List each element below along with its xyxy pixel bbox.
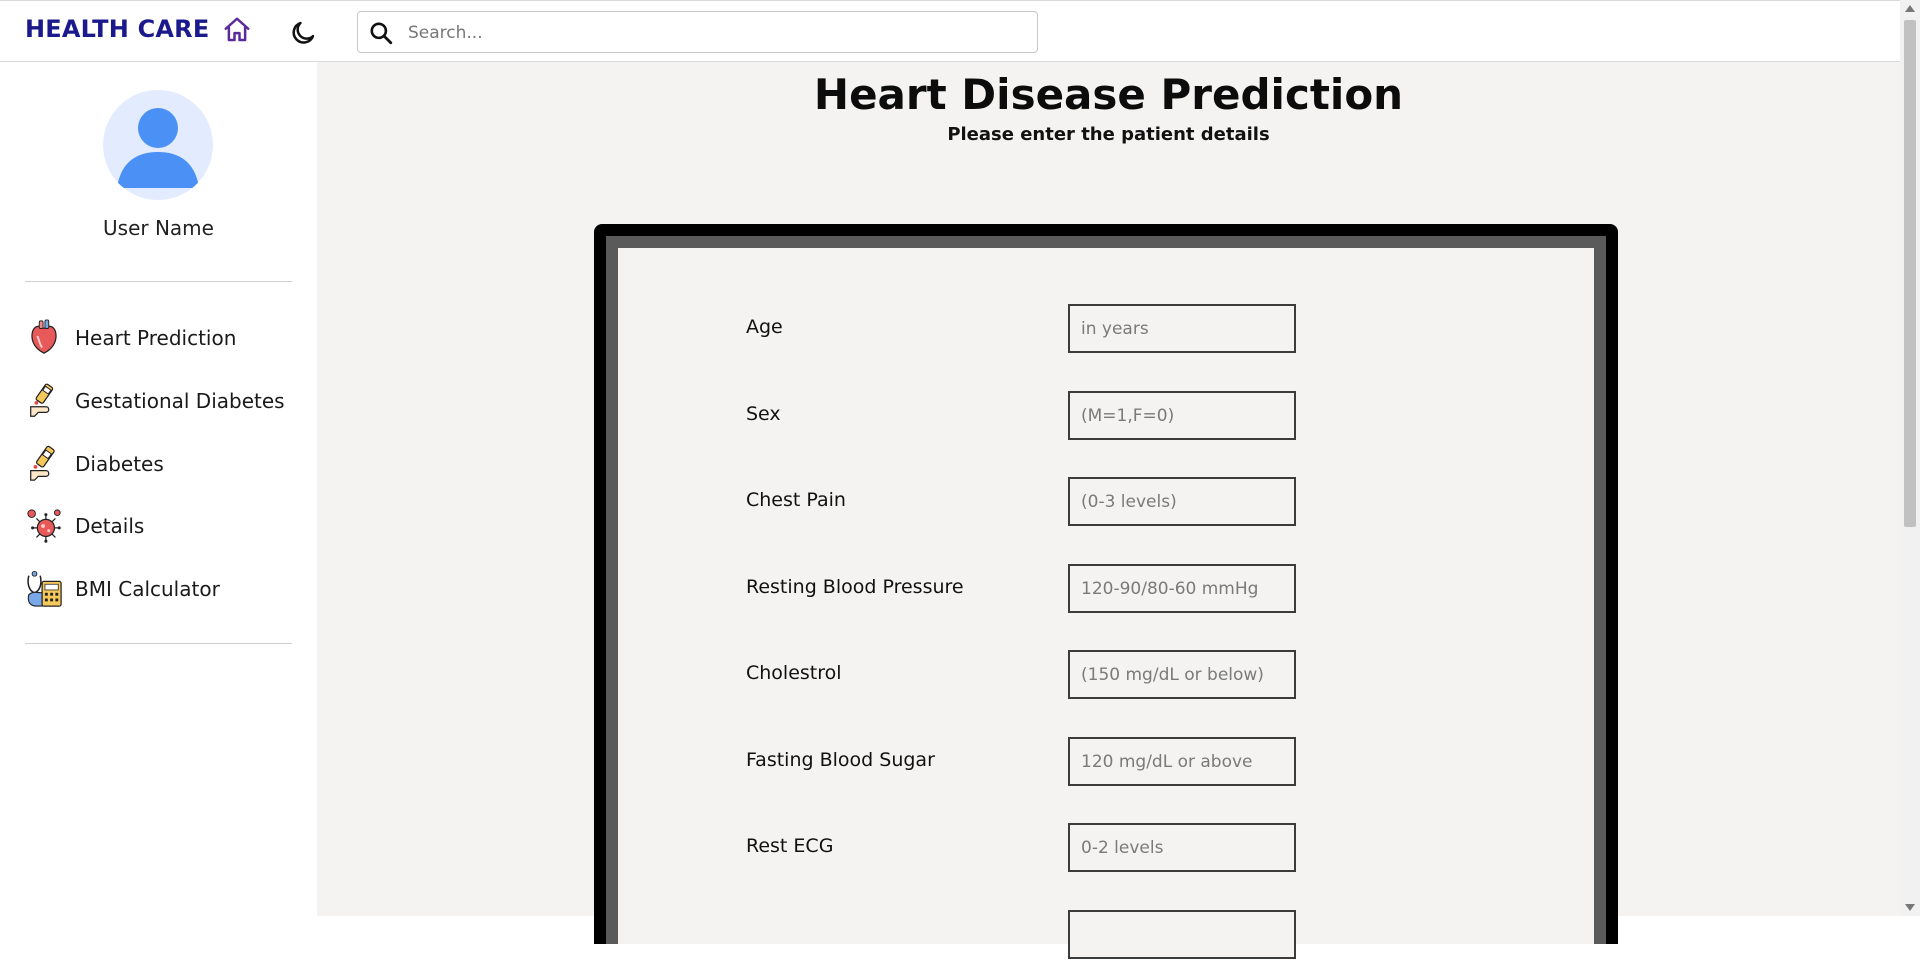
- sidebar-item-details[interactable]: Details: [25, 504, 295, 548]
- bmi-calculator-icon: [27, 570, 62, 607]
- field-label: Chest Pain: [746, 489, 846, 511]
- resting-blood-pressure-input[interactable]: [1068, 564, 1296, 613]
- scrollbar-thumb[interactable]: [1904, 20, 1916, 527]
- avatar[interactable]: [103, 90, 213, 200]
- sex-input[interactable]: [1068, 391, 1296, 440]
- sidebar-item-diabetes[interactable]: Diabetes: [25, 442, 295, 486]
- sidebar-item-gestational-diabetes[interactable]: Gestational Diabetes: [25, 379, 295, 423]
- search-input[interactable]: [406, 18, 1020, 48]
- sidebar-item-label: Diabetes: [75, 452, 164, 476]
- chest-pain-input[interactable]: [1068, 477, 1296, 526]
- next-field-input[interactable]: [1068, 910, 1296, 959]
- heart-icon: [31, 319, 57, 354]
- form-row-chest-pain: Chest Pain: [618, 477, 1594, 527]
- sidebar: User Name Heart Prediction Gestational D…: [0, 62, 317, 916]
- form-row-rest-ecg: Rest ECG: [618, 823, 1594, 873]
- scroll-up-arrow-icon[interactable]: [1905, 5, 1915, 12]
- form-frame-bevel: Age Sex Chest Pain Resting Blood Pressur…: [606, 236, 1606, 959]
- fasting-blood-sugar-input[interactable]: [1068, 737, 1296, 786]
- top-navbar: HEALTH CARE: [0, 0, 1900, 62]
- sidebar-item-label: Gestational Diabetes: [75, 389, 285, 413]
- brand-logo[interactable]: HEALTH CARE: [25, 15, 209, 43]
- rest-ecg-input[interactable]: [1068, 823, 1296, 872]
- sidebar-item-bmi-calculator[interactable]: BMI Calculator: [25, 567, 295, 611]
- form-frame: Age Sex Chest Pain Resting Blood Pressur…: [594, 224, 1618, 959]
- virus-icon: [27, 509, 61, 543]
- field-label: Cholestrol: [746, 662, 842, 684]
- age-input[interactable]: [1068, 304, 1296, 353]
- page-title: Heart Disease Prediction: [813, 70, 1404, 119]
- username: User Name: [103, 216, 214, 240]
- field-label: Sex: [746, 403, 781, 425]
- form-row-resting-blood-pressure: Resting Blood Pressure: [618, 564, 1594, 614]
- sidebar-divider: [25, 281, 292, 282]
- user-avatar-icon: [117, 108, 199, 188]
- field-label: Rest ECG: [746, 835, 834, 857]
- search-icon[interactable]: [368, 20, 394, 46]
- sidebar-item-label: Details: [75, 514, 145, 538]
- form-row-sex: Sex: [618, 391, 1594, 441]
- moon-icon[interactable]: [288, 18, 318, 48]
- sidebar-item-heart-prediction[interactable]: Heart Prediction: [25, 316, 295, 360]
- form-row-age: Age: [618, 304, 1594, 354]
- main-content: Heart Disease Prediction Please enter th…: [317, 62, 1900, 959]
- form-row-next: [618, 910, 1594, 960]
- sidebar-divider: [25, 643, 292, 644]
- form-row-fasting-blood-sugar: Fasting Blood Sugar: [618, 737, 1594, 787]
- form-row-cholestrol: Cholestrol: [618, 650, 1594, 700]
- insulin-pen-icon: [30, 445, 55, 481]
- scroll-down-arrow-icon[interactable]: [1905, 904, 1915, 911]
- cholestrol-input[interactable]: [1068, 650, 1296, 699]
- field-label: Resting Blood Pressure: [746, 576, 964, 598]
- patient-form: Age Sex Chest Pain Resting Blood Pressur…: [618, 248, 1594, 959]
- sidebar-item-label: BMI Calculator: [75, 577, 220, 601]
- page-subtitle: Please enter the patient details: [947, 124, 1270, 145]
- field-label: Fasting Blood Sugar: [746, 749, 935, 771]
- search-box: [357, 11, 1038, 53]
- field-label: Age: [746, 316, 783, 338]
- glucose-test-icon: [30, 383, 54, 417]
- sidebar-item-label: Heart Prediction: [75, 326, 237, 350]
- home-icon[interactable]: [222, 15, 252, 45]
- page-scrollbar[interactable]: [1900, 0, 1920, 916]
